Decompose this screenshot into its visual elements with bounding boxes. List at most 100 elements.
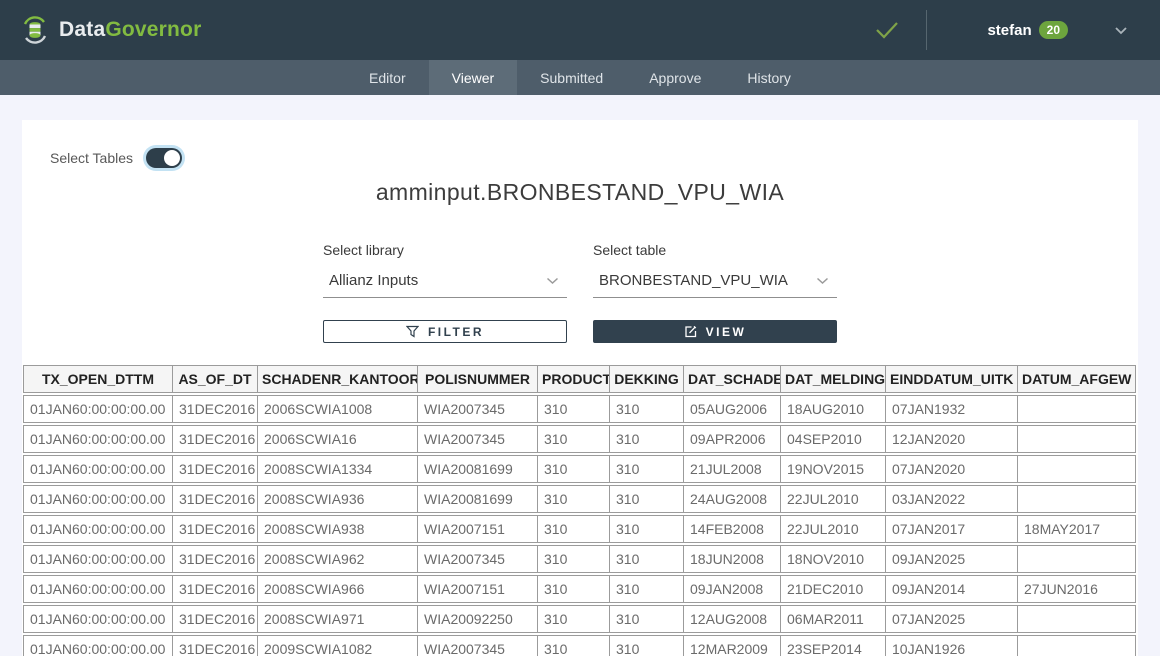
table-cell: WIA2007345 xyxy=(418,395,538,423)
table-row: 01JAN60:00:00:00.0031DEC20162006SCWIA16W… xyxy=(23,425,1136,453)
table-row: 01JAN60:00:00:00.0031DEC20162008SCWIA971… xyxy=(23,605,1136,633)
table-cell: 01JAN60:00:00:00.00 xyxy=(23,545,173,573)
table-header-row: TX_OPEN_DTTMAS_OF_DTSCHADENR_KANTOORPOLI… xyxy=(23,365,1136,393)
table-cell: 31DEC2016 xyxy=(173,425,258,453)
table-cell: 12AUG2008 xyxy=(684,605,781,633)
table-cell: WIA20081699 xyxy=(418,455,538,483)
table-cell xyxy=(1018,605,1136,633)
tab-viewer[interactable]: Viewer xyxy=(429,60,518,95)
table-cell: 310 xyxy=(610,515,684,543)
table-cell: 310 xyxy=(538,395,610,423)
table-cell: 310 xyxy=(538,425,610,453)
table-cell: 07JAN2025 xyxy=(886,605,1018,633)
table-cell: 04SEP2010 xyxy=(781,425,886,453)
database-sync-icon xyxy=(20,15,50,45)
column-header: AS_OF_DT xyxy=(173,365,258,393)
library-select[interactable]: Allianz Inputs xyxy=(323,269,567,298)
table-cell: 31DEC2016 xyxy=(173,455,258,483)
content-card: Select Tables amminput.BRONBESTAND_VPU_W… xyxy=(22,120,1138,656)
table-cell: 2008SCWIA1334 xyxy=(258,455,418,483)
column-header: DAT_MELDING xyxy=(781,365,886,393)
filter-button[interactable]: FILTER xyxy=(323,320,567,343)
user-menu[interactable]: stefan 20 xyxy=(987,21,1068,39)
table-cell: 2006SCWIA16 xyxy=(258,425,418,453)
notification-badge: 20 xyxy=(1039,21,1068,39)
table-cell: 01JAN60:00:00:00.00 xyxy=(23,395,173,423)
edit-icon xyxy=(684,325,697,338)
view-button[interactable]: VIEW xyxy=(593,320,837,343)
table-cell xyxy=(1018,485,1136,513)
table-cell: 19NOV2015 xyxy=(781,455,886,483)
table-cell: 31DEC2016 xyxy=(173,485,258,513)
table-cell: 01JAN60:00:00:00.00 xyxy=(23,515,173,543)
chevron-down-icon xyxy=(816,277,829,285)
table-cell: 310 xyxy=(610,455,684,483)
chevron-down-icon[interactable] xyxy=(1114,26,1128,35)
table-cell: 310 xyxy=(538,605,610,633)
table-cell: 21DEC2010 xyxy=(781,575,886,603)
table-cell: 09JAN2008 xyxy=(684,575,781,603)
table-cell: 310 xyxy=(610,485,684,513)
table-cell: WIA2007345 xyxy=(418,545,538,573)
checkmark-icon[interactable] xyxy=(874,19,900,41)
column-header: PRODUCT xyxy=(538,365,610,393)
select-tables-toggle[interactable] xyxy=(146,148,182,168)
table-cell: 18JUN2008 xyxy=(684,545,781,573)
table-row: 01JAN60:00:00:00.0031DEC20162006SCWIA100… xyxy=(23,395,1136,423)
table-row: 01JAN60:00:00:00.0031DEC20162009SCWIA108… xyxy=(23,635,1136,656)
table-cell: 24AUG2008 xyxy=(684,485,781,513)
table-cell: 2008SCWIA936 xyxy=(258,485,418,513)
table-cell: 09APR2006 xyxy=(684,425,781,453)
table-cell: 310 xyxy=(538,485,610,513)
tab-history[interactable]: History xyxy=(724,60,814,95)
tab-submitted[interactable]: Submitted xyxy=(517,60,626,95)
table-cell: 18NOV2010 xyxy=(781,545,886,573)
brand-logo: DataGovernor xyxy=(20,15,201,45)
toggle-knob xyxy=(164,150,180,166)
table-cell: WIA2007151 xyxy=(418,515,538,543)
table-cell: 310 xyxy=(538,575,610,603)
table-cell: 31DEC2016 xyxy=(173,395,258,423)
table-cell: 2008SCWIA966 xyxy=(258,575,418,603)
table-cell: 31DEC2016 xyxy=(173,515,258,543)
table-cell: 05AUG2006 xyxy=(684,395,781,423)
table-cell: 01JAN60:00:00:00.00 xyxy=(23,455,173,483)
table-cell: 01JAN60:00:00:00.00 xyxy=(23,635,173,656)
table-row: 01JAN60:00:00:00.0031DEC20162008SCWIA966… xyxy=(23,575,1136,603)
table-cell: 31DEC2016 xyxy=(173,575,258,603)
table-cell: WIA20081699 xyxy=(418,485,538,513)
table-select-label: Select table xyxy=(593,242,837,258)
table-cell: 07JAN1932 xyxy=(886,395,1018,423)
column-header: DEKKING xyxy=(610,365,684,393)
column-header: POLISNUMMER xyxy=(418,365,538,393)
table-cell: 310 xyxy=(538,635,610,656)
tab-approve[interactable]: Approve xyxy=(626,60,724,95)
table-cell: 22JUL2010 xyxy=(781,485,886,513)
table-cell: 01JAN60:00:00:00.00 xyxy=(23,605,173,633)
table-cell: 09JAN2014 xyxy=(886,575,1018,603)
table-cell: 12JAN2020 xyxy=(886,425,1018,453)
table-cell: 310 xyxy=(538,455,610,483)
table-cell: 310 xyxy=(610,605,684,633)
table-row: 01JAN60:00:00:00.0031DEC20162008SCWIA133… xyxy=(23,455,1136,483)
table-select[interactable]: BRONBESTAND_VPU_WIA xyxy=(593,269,837,298)
brand-name: DataGovernor xyxy=(59,18,201,42)
table-cell: 14FEB2008 xyxy=(684,515,781,543)
table-cell xyxy=(1018,425,1136,453)
table-cell: 310 xyxy=(610,635,684,656)
table-cell: 01JAN60:00:00:00.00 xyxy=(23,575,173,603)
table-cell: 27JUN2016 xyxy=(1018,575,1136,603)
table-cell: 2008SCWIA962 xyxy=(258,545,418,573)
table-cell: 07JAN2020 xyxy=(886,455,1018,483)
header-divider xyxy=(926,10,927,50)
page-title: amminput.BRONBESTAND_VPU_WIA xyxy=(22,179,1138,206)
header-bar: DataGovernor stefan 20 xyxy=(0,0,1160,60)
table-select-value: BRONBESTAND_VPU_WIA xyxy=(599,272,788,289)
table-cell: 31DEC2016 xyxy=(173,635,258,656)
chevron-down-icon xyxy=(546,277,559,285)
table-cell: 310 xyxy=(610,425,684,453)
table-cell: 18AUG2010 xyxy=(781,395,886,423)
tab-editor[interactable]: Editor xyxy=(346,60,429,95)
table-cell: 310 xyxy=(610,575,684,603)
table-cell: WIA2007345 xyxy=(418,425,538,453)
